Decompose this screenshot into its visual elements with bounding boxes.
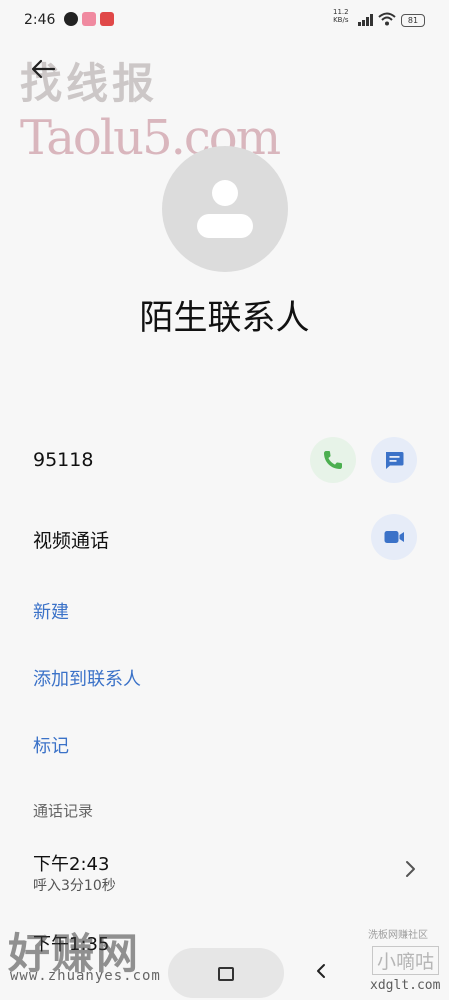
call-log-time: 下午2:43 (33, 854, 110, 875)
call-button[interactable] (310, 437, 356, 483)
call-log-detail: 呼入3分10秒 (33, 878, 116, 894)
net-speed-unit: KB/s (333, 16, 349, 24)
video-camera-icon (371, 514, 417, 560)
nav-back-icon[interactable] (314, 962, 328, 980)
status-bar: 2:46 11.2 KB/s 81 (0, 0, 449, 40)
chevron-right-icon[interactable] (400, 858, 420, 880)
watermark-bottom-url: www.zhuanyes.com (10, 968, 161, 984)
avatar (162, 146, 288, 272)
video-call-button[interactable] (371, 514, 417, 560)
call-log-title: 通话记录 (33, 802, 94, 820)
phone-number[interactable]: 95118 (33, 449, 93, 471)
back-arrow-icon[interactable] (28, 55, 58, 83)
mark-link[interactable]: 标记 (33, 732, 69, 758)
message-button[interactable] (371, 437, 417, 483)
status-time: 2:46 (24, 12, 56, 28)
net-speed: 11.2 KB/s (333, 8, 349, 24)
notification-icons (64, 12, 114, 26)
wifi-icon (378, 12, 396, 26)
video-call-label[interactable]: 视频通话 (33, 526, 109, 553)
person-icon (197, 180, 253, 238)
new-contact-link[interactable]: 新建 (33, 598, 69, 624)
watermark-br-title: 小嘀咕 (372, 946, 440, 975)
add-to-contacts-link[interactable]: 添加到联系人 (33, 665, 141, 691)
battery-indicator: 81 (401, 14, 425, 27)
qq-icon (64, 12, 78, 26)
toutiao-icon (100, 12, 114, 26)
watermark-br-url: xdglt.com (370, 978, 441, 993)
contact-name: 陌生联系人 (139, 298, 310, 338)
phone-icon (310, 437, 356, 483)
app-notification-icon (82, 12, 96, 26)
signal-icon (358, 14, 373, 26)
watermark-br-caption: 洗板网赚社区 (368, 930, 428, 941)
home-icon (218, 967, 234, 981)
net-speed-value: 11.2 (333, 8, 349, 16)
message-icon (371, 437, 417, 483)
